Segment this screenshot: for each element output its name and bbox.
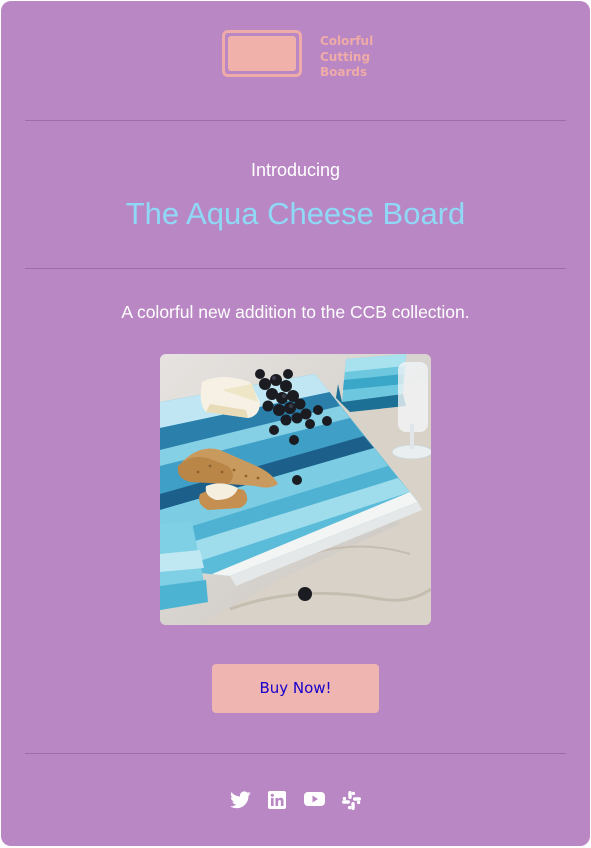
product-image[interactable] (160, 354, 431, 625)
brand-logo[interactable]: Colorful Cutting Boards (222, 30, 373, 84)
buy-now-button[interactable]: Buy Now! (212, 664, 379, 713)
brand-name: Colorful Cutting Boards (320, 34, 390, 81)
youtube-icon[interactable] (304, 791, 326, 811)
divider (25, 120, 566, 121)
slack-icon[interactable] (342, 791, 364, 811)
divider (25, 268, 566, 269)
intro-text: Introducing (250, 160, 341, 180)
tagline: A colorful new addition to the CCB colle… (121, 302, 470, 322)
logo-mark (222, 30, 302, 77)
brand-name-line: Colorful (320, 34, 374, 48)
product-title: The Aqua Cheese Board (125, 196, 466, 231)
linkedin-icon[interactable] (268, 791, 290, 811)
brand-name-line: Boards (320, 65, 368, 79)
brand-name-line: Cutting (320, 49, 371, 64)
product-photo (160, 354, 431, 625)
twitter-icon[interactable] (230, 791, 252, 811)
divider (25, 753, 566, 754)
email-card: Colorful Cutting Boards Introducing The … (1, 1, 590, 846)
